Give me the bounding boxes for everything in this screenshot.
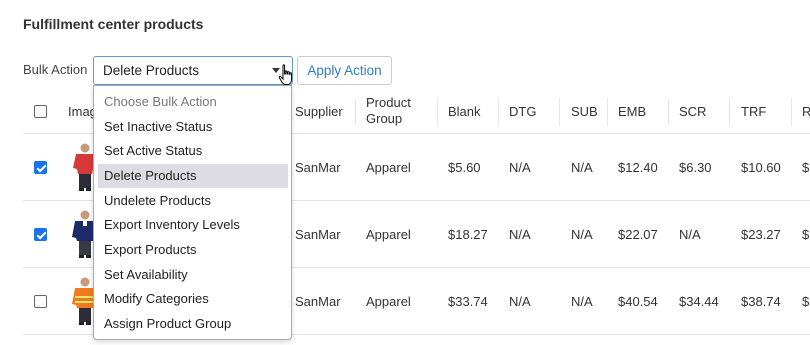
supplier-cell: SanMar (295, 227, 341, 242)
dtg-price-cell: N/A (509, 160, 531, 175)
dropdown-option[interactable]: Undelete Products (98, 189, 288, 213)
scr-price-cell: $6.30 (679, 160, 712, 175)
sub-price-cell: N/A (571, 227, 593, 242)
dropdown-option[interactable]: Set Active Status (98, 139, 288, 163)
dropdown-option[interactable]: Export Inventory Levels (98, 213, 288, 237)
emb-price-cell: $12.40 (618, 160, 658, 175)
dropdown-option[interactable]: Modify Categories (98, 287, 288, 311)
product-group-cell: Apparel (366, 294, 411, 309)
bulk-action-dropdown: Choose Bulk Action Set Inactive Status S… (93, 85, 292, 340)
blank-price-cell: $5.60 (448, 160, 481, 175)
header-blank[interactable]: Blank (448, 104, 481, 120)
truncated-cell: $ (802, 227, 810, 242)
dropdown-option[interactable]: Export Products (98, 238, 288, 262)
scr-price-cell: $34.44 (679, 294, 719, 309)
dtg-price-cell: N/A (509, 227, 531, 242)
trf-price-cell: $23.27 (741, 227, 781, 242)
row-checkbox[interactable] (34, 161, 47, 174)
dropdown-option[interactable]: Set Availability (98, 263, 288, 287)
header-product-group[interactable]: Product Group (366, 95, 411, 127)
dropdown-option-selected[interactable]: Delete Products (98, 164, 288, 188)
row-checkbox[interactable] (34, 295, 47, 308)
header-dtg[interactable]: DTG (509, 104, 536, 120)
supplier-cell: SanMar (295, 294, 341, 309)
emb-price-cell: $40.54 (618, 294, 658, 309)
header-r[interactable]: R (802, 104, 810, 120)
blank-price-cell: $18.27 (448, 227, 488, 242)
sub-price-cell: N/A (571, 294, 593, 309)
header-scr[interactable]: SCR (679, 104, 706, 120)
select-all-checkbox[interactable] (34, 105, 47, 118)
dropdown-option[interactable]: Set Inactive Status (98, 115, 288, 139)
header-trf[interactable]: TRF (741, 104, 766, 120)
dtg-price-cell: N/A (509, 294, 531, 309)
bulk-action-select[interactable]: Delete Products (93, 56, 293, 85)
row-checkbox[interactable] (34, 228, 47, 241)
trf-price-cell: $38.74 (741, 294, 781, 309)
page-title: Fulfillment center products (23, 16, 204, 32)
emb-price-cell: $22.07 (618, 227, 658, 242)
scr-price-cell: N/A (679, 227, 701, 242)
bulk-action-selected-value: Delete Products (103, 63, 200, 78)
product-group-cell: Apparel (366, 227, 411, 242)
bulk-action-label: Bulk Action (23, 62, 88, 77)
supplier-cell: SanMar (295, 160, 341, 175)
dropdown-option-placeholder[interactable]: Choose Bulk Action (98, 90, 288, 114)
apply-action-button[interactable]: Apply Action (297, 56, 392, 85)
trf-price-cell: $10.60 (741, 160, 781, 175)
dropdown-option[interactable]: Assign Product Group (98, 312, 288, 336)
product-group-cell: Apparel (366, 160, 411, 175)
truncated-cell: $ (802, 160, 810, 175)
header-sub[interactable]: SUB (571, 104, 598, 120)
header-emb[interactable]: EMB (618, 104, 646, 120)
sub-price-cell: N/A (571, 160, 593, 175)
truncated-cell: $ (802, 294, 810, 309)
blank-price-cell: $33.74 (448, 294, 488, 309)
header-supplier[interactable]: Supplier (295, 104, 343, 120)
